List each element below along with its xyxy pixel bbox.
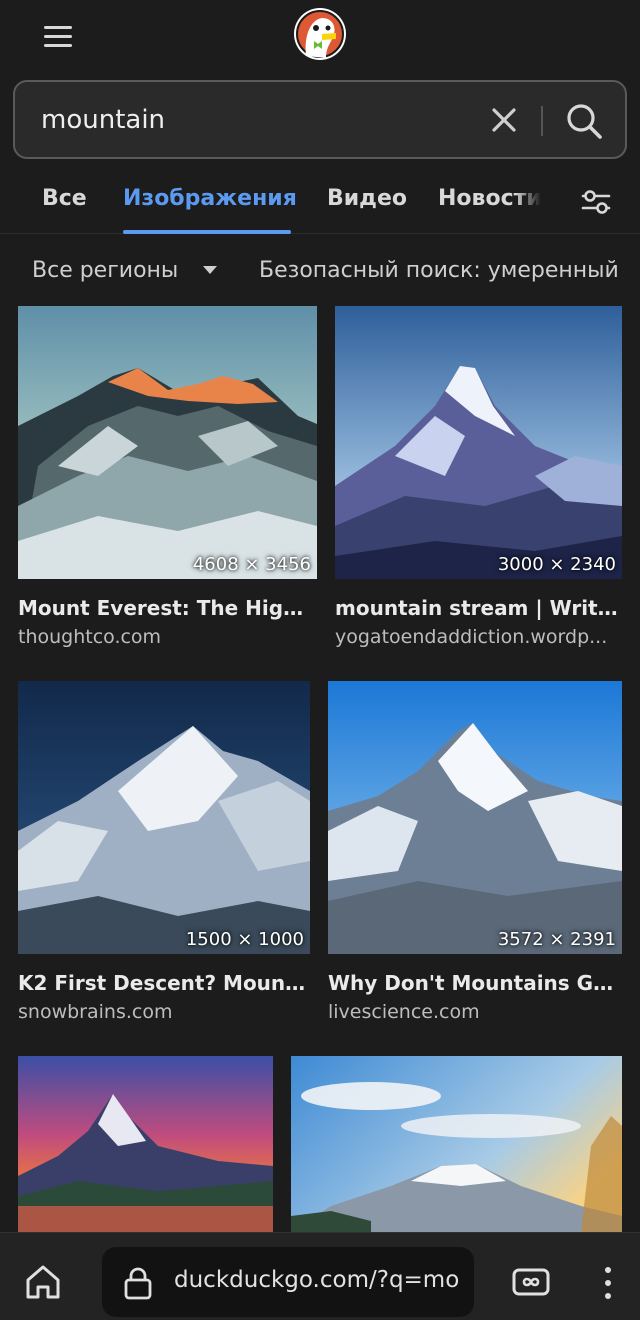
- image-result[interactable]: 3000 × 2340 mountain stream | Writin... …: [335, 306, 622, 656]
- image-thumbnail[interactable]: [291, 1056, 622, 1232]
- caret-down-icon[interactable]: [203, 266, 217, 274]
- duckduckgo-logo[interactable]: [292, 6, 348, 62]
- sliders-icon[interactable]: [580, 186, 612, 218]
- more-vertical-icon[interactable]: [598, 1263, 618, 1303]
- active-tab-indicator: [123, 230, 291, 234]
- hamburger-menu-icon[interactable]: [42, 24, 74, 50]
- home-icon[interactable]: [22, 1261, 64, 1303]
- top-bar: [0, 0, 640, 76]
- image-result[interactable]: 3572 × 2391 Why Don't Mountains Gro... l…: [328, 681, 622, 1031]
- safe-search-dropdown[interactable]: Безопасный поиск: умеренный: [259, 258, 640, 283]
- image-result[interactable]: 4608 × 3456 Mount Everest: The Highe... …: [18, 306, 317, 656]
- filter-bar: Все регионы Безопасный поиск: умеренный: [0, 252, 640, 296]
- image-thumbnail[interactable]: 3000 × 2340: [335, 306, 622, 579]
- url-text[interactable]: duckduckgo.com/?q=mo: [174, 1267, 474, 1293]
- result-title[interactable]: K2 First Descent? Mount...: [18, 971, 310, 995]
- image-thumbnail[interactable]: [18, 1056, 273, 1232]
- region-dropdown[interactable]: Все регионы: [32, 258, 178, 283]
- result-source[interactable]: yogatoendaddiction.wordp...: [335, 626, 622, 648]
- tab-images[interactable]: Изображения: [123, 186, 297, 211]
- close-icon[interactable]: [487, 102, 521, 138]
- tab-video[interactable]: Видео: [327, 186, 407, 211]
- tab-all[interactable]: Все: [42, 186, 87, 211]
- browser-bottom-bar: duckduckgo.com/?q=mo: [0, 1232, 640, 1320]
- image-thumbnail[interactable]: 3572 × 2391: [328, 681, 622, 954]
- search-divider: [541, 106, 543, 136]
- result-source[interactable]: thoughtco.com: [18, 626, 317, 648]
- result-title[interactable]: Why Don't Mountains Gro...: [328, 971, 622, 995]
- image-dimensions: 1500 × 1000: [185, 929, 304, 950]
- search-input[interactable]: [41, 100, 471, 140]
- search-box: [13, 80, 627, 159]
- image-dimensions: 4608 × 3456: [192, 554, 311, 575]
- search-tabs: Все Изображения Видео Новости: [0, 176, 640, 234]
- result-source[interactable]: livescience.com: [328, 1001, 622, 1023]
- address-bar[interactable]: duckduckgo.com/?q=mo: [102, 1247, 474, 1317]
- result-source[interactable]: snowbrains.com: [18, 1001, 310, 1023]
- image-result[interactable]: [18, 1056, 273, 1232]
- image-dimensions: 3572 × 2391: [497, 929, 616, 950]
- result-title[interactable]: mountain stream | Writin...: [335, 596, 622, 620]
- result-title[interactable]: Mount Everest: The Highe...: [18, 596, 317, 620]
- tab-switcher-icon[interactable]: [512, 1267, 550, 1297]
- image-result[interactable]: [291, 1056, 622, 1232]
- image-thumbnail[interactable]: 4608 × 3456: [18, 306, 317, 579]
- image-thumbnail[interactable]: 1500 × 1000: [18, 681, 310, 954]
- tab-news[interactable]: Новости: [438, 186, 541, 211]
- image-result[interactable]: 1500 × 1000 K2 First Descent? Mount... s…: [18, 681, 310, 1031]
- search-icon[interactable]: [563, 100, 605, 142]
- image-dimensions: 3000 × 2340: [497, 554, 616, 575]
- lock-icon: [124, 1267, 152, 1300]
